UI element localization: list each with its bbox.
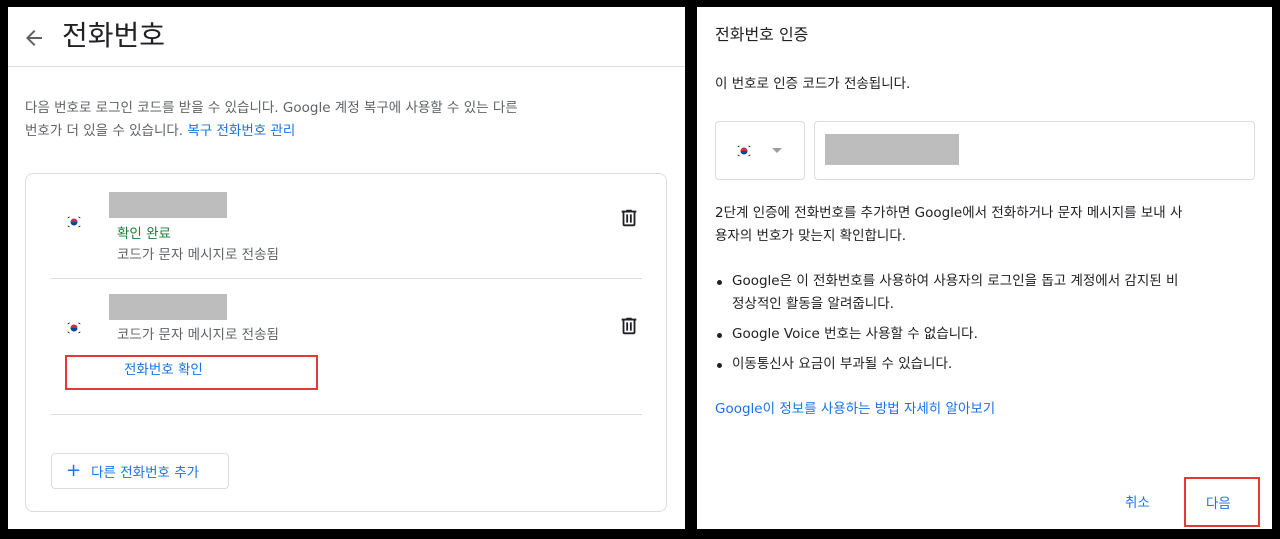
delete-phone-icon[interactable] (618, 315, 640, 337)
delivery-method: 코드가 문자 메시지로 전송됨 (117, 247, 279, 263)
delete-phone-icon[interactable] (618, 207, 640, 229)
bullet-item-1: Google은 이 전화번호를 사용하여 사용자의 로그인을 돕고 계정에서 감… (715, 270, 1260, 316)
verify-phone-dialog: 전화번호 인증 이 번호로 인증 코드가 전송됩니다. 2단계 인증에 전화번호… (697, 7, 1272, 529)
info-bullet-list: Google은 이 전화번호를 사용하여 사용자의 로그인을 돕고 계정에서 감… (715, 270, 1260, 383)
bullet-text-1: Google은 이 전화번호를 사용하여 사용자의 로그인을 돕고 계정에서 감… (732, 273, 1179, 289)
phone-list-card: 확인 완료 코드가 문자 메시지로 전송됨 코드가 문자 메시지로 전송됨 전화… (25, 173, 667, 512)
dialog-subtitle: 이 번호로 인증 코드가 전송됩니다. (715, 76, 911, 92)
bullet-item-2: Google Voice 번호는 사용할 수 없습니다. (715, 323, 1260, 346)
korea-flag-icon (66, 214, 82, 230)
bullet-text-1b: 정상적인 활동을 알려줍니다. (732, 296, 894, 312)
phone-numbers-page: 전화번호 다음 번호로 로그인 코드를 받을 수 있습니다. Google 계정… (8, 7, 685, 529)
plus-icon: + (66, 460, 82, 481)
add-phone-label: 다른 전화번호 추가 (91, 465, 200, 481)
verified-status: 확인 완료 (117, 226, 171, 242)
body-text-1: 2단계 인증에 전화번호를 추가하면 Google에서 전화하거나 문자 메시지… (715, 205, 1183, 221)
chevron-down-icon (772, 148, 782, 153)
add-phone-button[interactable]: + 다른 전화번호 추가 (51, 453, 229, 489)
verify-phone-link[interactable]: 전화번호 확인 (124, 360, 203, 380)
learn-more-link[interactable]: Google이 정보를 사용하는 방법 자세히 알아보기 (715, 399, 995, 419)
bullet-item-3: 이동통신사 요금이 부과될 수 있습니다. (715, 353, 1260, 376)
phone-item-2: 코드가 문자 메시지로 전송됨 (26, 279, 666, 414)
phone-number-input[interactable] (814, 121, 1255, 180)
description-text-2: 번호가 더 있을 수 있습니다. (25, 123, 188, 139)
divider (51, 414, 642, 415)
bullet-text-2: Google Voice 번호는 사용할 수 없습니다. (732, 326, 978, 342)
next-button[interactable]: 다음 (1206, 494, 1231, 514)
cancel-button[interactable]: 취소 (1125, 493, 1150, 513)
bullet-text-3: 이동통신사 요금이 부과될 수 있습니다. (732, 356, 953, 372)
dialog-title: 전화번호 인증 (715, 25, 809, 44)
korea-flag-icon (736, 143, 752, 159)
redacted-phone-number (109, 294, 227, 320)
description-text: 다음 번호로 로그인 코드를 받을 수 있습니다. Google 계정 복구에 … (25, 100, 518, 116)
body-text-2: 용자의 번호가 맞는지 확인합니다. (715, 228, 907, 244)
korea-flag-icon (66, 320, 82, 336)
country-select[interactable] (715, 121, 805, 180)
dialog-body: 2단계 인증에 전화번호를 추가하면 Google에서 전화하거나 문자 메시지… (715, 202, 1260, 248)
page-title: 전화번호 (62, 19, 166, 52)
redacted-phone-number (825, 134, 959, 165)
manage-recovery-phone-link[interactable]: 복구 전화번호 관리 (187, 123, 295, 139)
phone-item-1: 확인 완료 코드가 문자 메시지로 전송됨 (26, 174, 666, 279)
page-description: 다음 번호로 로그인 코드를 받을 수 있습니다. Google 계정 복구에 … (25, 97, 625, 143)
page-header: 전화번호 (8, 7, 685, 67)
back-arrow-icon[interactable] (22, 26, 46, 50)
redacted-phone-number (109, 192, 227, 218)
delivery-method: 코드가 문자 메시지로 전송됨 (117, 327, 279, 343)
